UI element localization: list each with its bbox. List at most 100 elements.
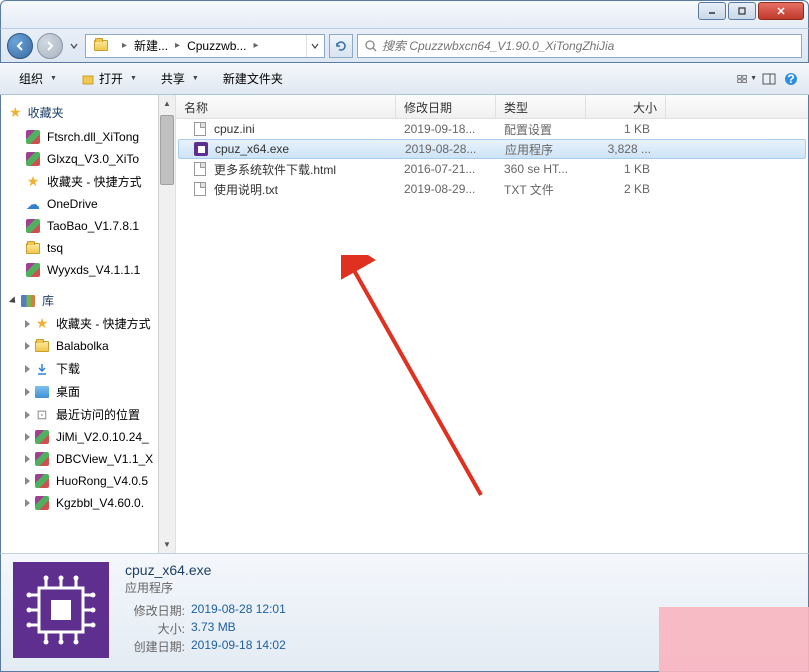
open-icon xyxy=(81,72,95,86)
dl-icon xyxy=(34,361,50,377)
details-modified-value: 2019-08-28 12:01 xyxy=(191,602,286,619)
sidebar-item-label: Ftsrch.dll_XiTong xyxy=(47,130,139,144)
details-filetype: 应用程序 xyxy=(125,579,796,596)
file-row[interactable]: cpuz.ini2019-09-18...配置设置1 KB xyxy=(176,119,808,139)
navigation-pane: ★收藏夹 Ftsrch.dll_XiTongGlxzq_V3.0_XiTo★收藏… xyxy=(1,95,176,553)
minimize-button[interactable] xyxy=(698,2,726,20)
sidebar-item-label: 收藏夹 - 快捷方式 xyxy=(47,173,142,190)
file-thumbnail xyxy=(13,562,109,658)
search-box[interactable] xyxy=(357,34,802,58)
sidebar-item[interactable]: ★ 收藏夹 - 快捷方式 xyxy=(1,170,157,193)
sidebar-item[interactable]: DBCView_V1.1_X xyxy=(1,448,157,470)
rar-icon xyxy=(25,262,41,278)
sidebar-item-label: 最近访问的位置 xyxy=(56,406,140,423)
file-row[interactable]: 使用说明.txt2019-08-29...TXT 文件2 KB xyxy=(176,179,808,199)
sidebar-item[interactable]: Ftsrch.dll_XiTong xyxy=(1,126,157,148)
sidebar-item-label: Kgzbbl_V4.60.0. xyxy=(56,496,144,510)
sidebar-item[interactable]: Wyyxds_V4.1.1.1 xyxy=(1,259,157,281)
scroll-thumb[interactable] xyxy=(160,115,174,185)
file-type: 360 se HT... xyxy=(496,162,586,176)
favorites-label: 收藏夹 xyxy=(28,104,64,121)
folder-icon xyxy=(34,338,50,354)
sidebar-item-label: 收藏夹 - 快捷方式 xyxy=(56,315,151,332)
rar-icon xyxy=(34,495,50,511)
sidebar-item[interactable]: 下载 xyxy=(1,357,157,380)
view-options-button[interactable] xyxy=(737,69,757,89)
sidebar-item[interactable]: Kgzbbl_V4.60.0. xyxy=(1,492,157,514)
organize-button[interactable]: 组织 xyxy=(8,65,68,92)
file-name: 更多系统软件下载.html xyxy=(214,161,336,178)
file-list: 名称 修改日期 类型 大小 cpuz.ini2019-09-18...配置设置1… xyxy=(176,95,808,553)
breadcrumb-sep-icon: ▸ xyxy=(120,40,129,51)
breadcrumb-item-2[interactable]: Cpuzzwb... xyxy=(182,35,251,57)
sidebar-scrollbar[interactable]: ▲ ▼ xyxy=(158,95,175,553)
new-folder-button[interactable]: 新建文件夹 xyxy=(212,65,294,92)
sidebar-item[interactable]: 桌面 xyxy=(1,380,157,403)
help-button[interactable]: ? xyxy=(781,69,801,89)
sidebar-item[interactable]: ★ 收藏夹 - 快捷方式 xyxy=(1,312,157,335)
drive-icon: ⊡ xyxy=(34,407,50,423)
details-created-label: 创建日期: xyxy=(125,638,185,655)
nav-history-dropdown[interactable] xyxy=(67,36,81,56)
sidebar-item-label: Glxzq_V3.0_XiTo xyxy=(47,152,139,166)
details-modified-label: 修改日期: xyxy=(125,602,185,619)
file-size: 3,828 ... xyxy=(587,142,659,156)
refresh-button[interactable] xyxy=(329,34,353,58)
sidebar-item-label: DBCView_V1.1_X xyxy=(56,452,153,466)
col-size[interactable]: 大小 xyxy=(586,95,666,118)
col-modified[interactable]: 修改日期 xyxy=(396,95,496,118)
sidebar-item[interactable]: tsq xyxy=(1,237,157,259)
favorites-header[interactable]: ★收藏夹 xyxy=(1,99,157,126)
sidebar-item[interactable]: HuoRong_V4.0.5 xyxy=(1,470,157,492)
sidebar-item[interactable]: Balabolka xyxy=(1,335,157,357)
breadcrumb-root-icon[interactable] xyxy=(88,35,120,57)
file-size: 1 KB xyxy=(586,162,658,176)
sidebar-item-label: 下载 xyxy=(56,360,80,377)
rar-icon xyxy=(34,451,50,467)
maximize-button[interactable] xyxy=(728,2,756,20)
nav-forward-button[interactable] xyxy=(37,33,63,59)
sidebar-item-label: JiMi_V2.0.10.24_ xyxy=(56,430,149,444)
search-input[interactable] xyxy=(382,39,795,53)
breadcrumb-dropdown[interactable] xyxy=(306,35,322,57)
sidebar-item-label: 桌面 xyxy=(56,383,80,400)
preview-pane-button[interactable] xyxy=(759,69,779,89)
close-button[interactable] xyxy=(758,2,804,20)
star-icon: ★ xyxy=(34,316,50,332)
sidebar-item[interactable]: ⊡ 最近访问的位置 xyxy=(1,403,157,426)
scroll-up-icon[interactable]: ▲ xyxy=(159,95,175,112)
column-headers: 名称 修改日期 类型 大小 xyxy=(176,95,808,119)
file-date: 2019-08-29... xyxy=(396,182,496,196)
col-name[interactable]: 名称 xyxy=(176,95,396,118)
breadcrumb-sep-icon: ▸ xyxy=(251,40,260,51)
col-type[interactable]: 类型 xyxy=(496,95,586,118)
sidebar-item[interactable]: JiMi_V2.0.10.24_ xyxy=(1,426,157,448)
scroll-down-icon[interactable]: ▼ xyxy=(159,536,175,553)
nav-back-button[interactable] xyxy=(7,33,33,59)
address-bar: ▸ 新建... ▸ Cpuzzwb... ▸ xyxy=(0,28,809,63)
open-button[interactable]: 打开 xyxy=(70,65,148,92)
file-name: cpuz_x64.exe xyxy=(215,142,289,156)
desk-icon xyxy=(34,384,50,400)
file-size: 1 KB xyxy=(586,122,658,136)
star-icon: ★ xyxy=(25,174,41,190)
file-row[interactable]: 更多系统软件下载.html2016-07-21...360 se HT...1 … xyxy=(176,159,808,179)
sidebar-item[interactable]: Glxzq_V3.0_XiTo xyxy=(1,148,157,170)
breadcrumb[interactable]: ▸ 新建... ▸ Cpuzzwb... ▸ xyxy=(85,34,325,58)
sidebar-item-label: TaoBao_V1.7.8.1 xyxy=(47,219,139,233)
open-label: 打开 xyxy=(99,70,123,87)
folder-icon xyxy=(25,240,41,256)
libraries-header[interactable]: 库 xyxy=(1,289,157,312)
details-created-value: 2019-09-18 14:02 xyxy=(191,638,286,655)
breadcrumb-sep-icon: ▸ xyxy=(173,40,182,51)
sidebar-item[interactable]: TaoBao_V1.7.8.1 xyxy=(1,215,157,237)
sidebar-item[interactable]: ☁OneDrive xyxy=(1,193,157,215)
file-row[interactable]: cpuz_x64.exe2019-08-28...应用程序3,828 ... xyxy=(178,139,806,159)
toolbar: 组织 打开 共享 新建文件夹 ? xyxy=(0,63,809,95)
sidebar-item-label: tsq xyxy=(47,241,63,255)
search-icon xyxy=(364,39,378,53)
breadcrumb-item-1[interactable]: 新建... xyxy=(129,35,173,57)
file-icon xyxy=(192,181,208,197)
share-button[interactable]: 共享 xyxy=(150,65,210,92)
file-name: 使用说明.txt xyxy=(214,181,278,198)
